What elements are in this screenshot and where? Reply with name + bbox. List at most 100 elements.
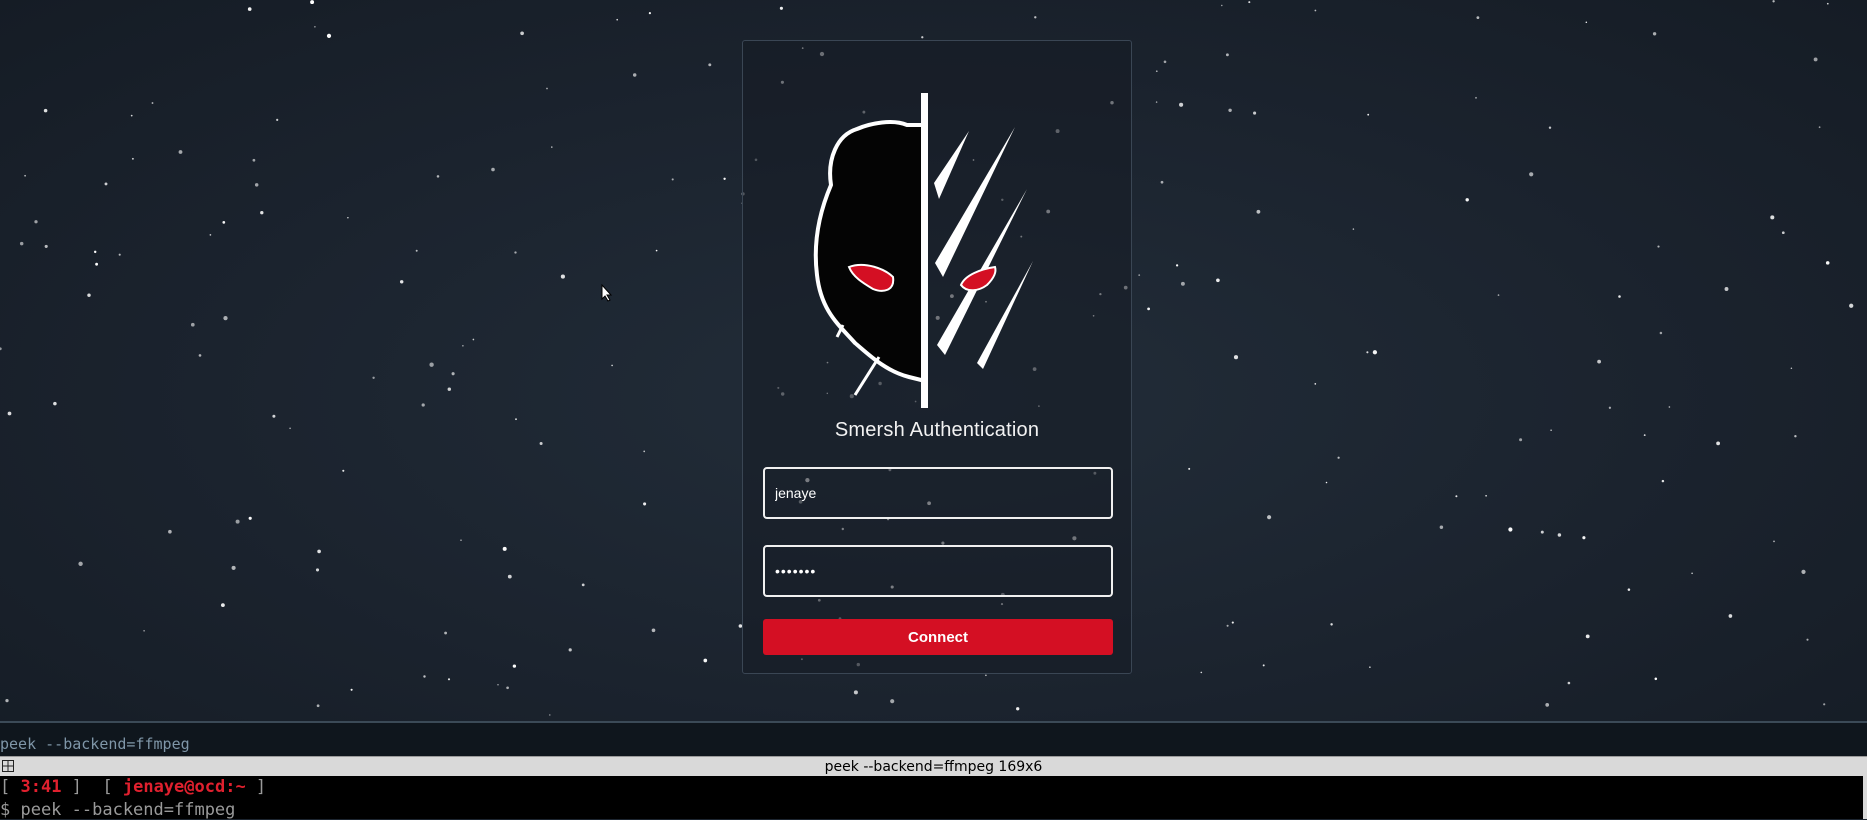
star <box>429 362 434 367</box>
star <box>1597 359 1601 364</box>
star <box>247 7 252 11</box>
page-title: Smersh Authentication <box>834 419 1040 441</box>
star <box>1661 479 1665 483</box>
star <box>1369 666 1371 668</box>
star <box>703 658 708 663</box>
star <box>190 322 195 327</box>
star <box>104 182 108 186</box>
star <box>315 568 320 572</box>
terminal[interactable]: [ 3:41 ] [ jenaye@ocd:~ ] $ peek --backe… <box>0 776 1863 820</box>
star <box>611 364 613 367</box>
terminal-titlebar[interactable]: peek --backend=ffmpeg 169x6 <box>0 756 1867 776</box>
star <box>316 704 320 708</box>
star <box>655 249 658 252</box>
star <box>317 549 321 554</box>
star <box>260 211 264 215</box>
star <box>1806 638 1809 641</box>
star <box>78 561 83 566</box>
star <box>551 146 553 148</box>
star <box>1138 274 1141 276</box>
star <box>890 699 895 704</box>
login-card: Smersh Authentication Connect <box>742 40 1132 674</box>
star <box>560 274 565 279</box>
star <box>1016 707 1020 711</box>
prompt-open: [ <box>0 777 21 797</box>
star <box>1179 102 1184 107</box>
star <box>1813 57 1818 62</box>
star <box>252 158 256 162</box>
star <box>151 102 154 104</box>
star <box>5 698 9 703</box>
star <box>1557 533 1562 537</box>
star <box>1801 569 1806 575</box>
star <box>1618 295 1621 298</box>
star <box>507 574 512 579</box>
connect-button[interactable]: Connect <box>763 619 1113 655</box>
star <box>130 114 133 117</box>
star <box>1652 32 1657 36</box>
star <box>231 565 236 570</box>
star <box>447 678 451 681</box>
terminal-scrollbar[interactable] <box>1863 776 1867 819</box>
star <box>235 519 240 524</box>
star <box>1366 351 1369 354</box>
star <box>1608 406 1612 409</box>
star <box>415 249 418 252</box>
star <box>1716 441 1720 446</box>
star <box>248 516 252 520</box>
star <box>350 688 353 691</box>
terminal-prompt-line: [ 3:41 ] [ jenaye@ocd:~ ] <box>0 777 266 797</box>
star <box>1567 681 1571 685</box>
star <box>1221 4 1223 7</box>
star <box>178 150 183 154</box>
star <box>220 603 225 608</box>
star <box>1034 16 1037 19</box>
star <box>222 221 226 224</box>
star <box>1545 703 1550 707</box>
star <box>131 157 134 160</box>
star <box>43 108 48 113</box>
terminal-command-line: $ peek --backend=ffmpeg <box>0 800 236 820</box>
star <box>372 376 375 379</box>
star <box>1180 281 1185 286</box>
star <box>1226 624 1229 627</box>
star <box>1770 215 1775 220</box>
star <box>779 6 783 10</box>
star <box>198 354 202 357</box>
star <box>1849 303 1854 308</box>
star <box>708 63 712 67</box>
star <box>497 684 499 686</box>
star <box>53 401 57 406</box>
star <box>491 167 495 172</box>
star <box>581 583 585 587</box>
prompt-user: jenaye@ocd:~ <box>122 777 246 797</box>
star <box>1228 108 1232 113</box>
star <box>643 502 647 506</box>
star <box>1728 614 1733 618</box>
star <box>168 529 172 534</box>
password-input[interactable] <box>763 545 1113 597</box>
star <box>1155 101 1158 103</box>
star <box>444 631 448 635</box>
star <box>671 178 674 181</box>
star <box>1585 21 1588 24</box>
username-input[interactable] <box>763 467 1113 519</box>
star <box>1497 294 1500 296</box>
star <box>1465 198 1469 202</box>
star <box>1256 209 1261 214</box>
star <box>472 338 475 341</box>
star <box>648 12 651 15</box>
star <box>44 244 48 248</box>
star <box>1818 126 1821 129</box>
star <box>421 403 425 407</box>
star <box>1627 588 1631 591</box>
star <box>1823 703 1826 706</box>
star <box>1724 287 1729 291</box>
star <box>632 73 637 77</box>
star <box>19 241 24 246</box>
star <box>1790 367 1793 370</box>
star <box>1262 664 1265 667</box>
star <box>34 220 38 224</box>
star <box>399 280 404 284</box>
smersh-mask-logo <box>813 93 1033 408</box>
